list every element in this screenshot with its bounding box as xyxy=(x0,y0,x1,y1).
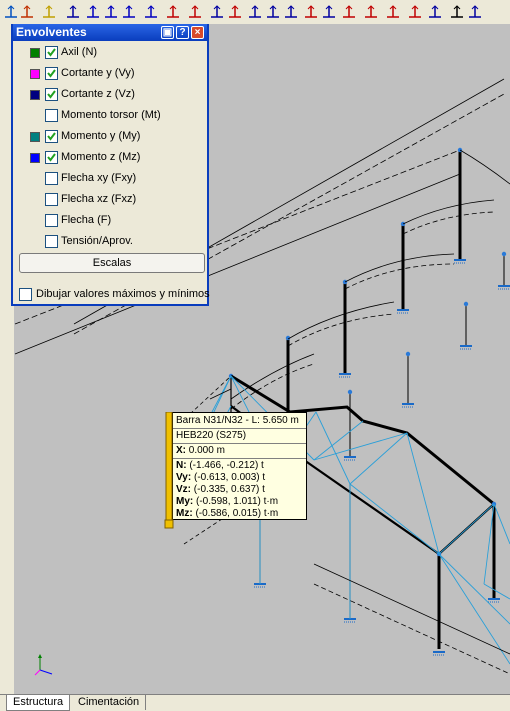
envelope-item[interactable]: Momento torsor (Mt) xyxy=(13,107,207,127)
envelope-label: Momento z (Mz) xyxy=(61,151,141,163)
select-icon[interactable] xyxy=(64,3,82,21)
envelope-checkbox[interactable] xyxy=(45,214,58,227)
color-swatch xyxy=(30,132,40,142)
envelope-item[interactable]: Cortante y (Vy) xyxy=(13,65,207,85)
support-icon[interactable] xyxy=(164,3,182,21)
color-swatch xyxy=(30,153,40,163)
envelope-item[interactable]: Axil (N) xyxy=(13,44,207,64)
envelope-checkbox[interactable] xyxy=(45,235,58,248)
envelope-label: Flecha xz (Fxz) xyxy=(61,193,137,205)
bar-info-tooltip: Barra N31/N32 - L: 5.650 m HEB220 (S275)… xyxy=(172,412,307,520)
load-arrows-icon[interactable] xyxy=(362,3,380,21)
envelope-checkbox[interactable] xyxy=(45,130,58,143)
table-icon[interactable] xyxy=(340,3,358,21)
load-icon[interactable] xyxy=(18,3,36,21)
brush-icon[interactable] xyxy=(448,3,466,21)
link-icon[interactable] xyxy=(264,3,282,21)
note-icon[interactable] xyxy=(40,3,58,21)
tooltip-value: My: (-0.598, 1.011) t·m xyxy=(176,496,279,507)
color-swatch xyxy=(30,90,40,100)
restore-icon[interactable]: ▣ xyxy=(161,26,174,39)
tooltip-pointer-marker xyxy=(164,412,174,529)
move-icon[interactable] xyxy=(142,3,160,21)
chart-icon[interactable] xyxy=(320,3,338,21)
tooltip-x: X: 0.000 m xyxy=(176,445,225,456)
envelope-label: Cortante z (Vz) xyxy=(61,88,135,100)
axis-triad-icon xyxy=(34,654,53,676)
panel-title-bar[interactable]: Envolventes ▣ ? × xyxy=(13,24,207,41)
result-icon[interactable] xyxy=(426,3,444,21)
envelope-item[interactable]: Flecha (F) xyxy=(13,212,207,232)
envelope-item[interactable]: Momento z (Mz) xyxy=(13,149,207,169)
envelope-item[interactable]: Tensión/Aprov. xyxy=(13,233,207,253)
beam-icon[interactable] xyxy=(226,3,244,21)
hinge-icon[interactable] xyxy=(186,3,204,21)
envelope-item[interactable]: Flecha xz (Fxz) xyxy=(13,191,207,211)
color-swatch xyxy=(30,69,40,79)
envelope-checkbox[interactable] xyxy=(45,88,58,101)
envelope-label: Flecha (F) xyxy=(61,214,112,226)
tooltip-value: Vz: (-0.335, 0.637) t xyxy=(176,484,265,495)
envelope-item[interactable]: Flecha xy (Fxy) xyxy=(13,170,207,190)
load-x-icon[interactable] xyxy=(406,3,424,21)
envelope-checkbox[interactable] xyxy=(45,172,58,185)
joint-icon[interactable] xyxy=(246,3,264,21)
tooltip-bar: Barra N31/N32 - L: 5.650 m xyxy=(176,415,299,426)
envelope-label: Momento torsor (Mt) xyxy=(61,109,161,121)
tab-cimentacion[interactable]: Cimentación xyxy=(72,695,147,710)
envelope-label: Momento y (My) xyxy=(61,130,141,142)
tooltip-profile: HEB220 (S275) xyxy=(176,430,247,441)
envelope-label: Axil (N) xyxy=(61,46,98,58)
envelope-checkbox[interactable] xyxy=(45,193,58,206)
envelope-label: Cortante y (Vy) xyxy=(61,67,135,79)
help-icon[interactable]: ? xyxy=(176,26,189,39)
panel-title: Envolventes xyxy=(16,25,87,39)
toolbar xyxy=(0,0,510,25)
tooltip-value: Mz: (-0.586, 0.015) t·m xyxy=(176,508,279,519)
draw-maxmin-checkbox[interactable] xyxy=(19,288,32,301)
load-distributed-icon[interactable] xyxy=(384,3,402,21)
draw-maxmin-label: Dibujar valores máximos y mínimos xyxy=(36,288,210,300)
color-swatch xyxy=(30,48,40,58)
envelope-checkbox[interactable] xyxy=(45,67,58,80)
dimension-icon[interactable] xyxy=(84,3,102,21)
grid-icon[interactable] xyxy=(102,3,120,21)
split-icon[interactable] xyxy=(282,3,300,21)
tooltip-value: Vy: (-0.613, 0.003) t xyxy=(176,472,266,483)
close-icon[interactable]: × xyxy=(191,26,204,39)
envelope-label: Tensión/Aprov. xyxy=(61,235,133,247)
node-icon[interactable] xyxy=(120,3,138,21)
envelope-checkbox[interactable] xyxy=(45,151,58,164)
status-tabs-bar: Estructura Cimentación xyxy=(0,694,510,711)
pencil-icon[interactable] xyxy=(208,3,226,21)
tooltip-value: N: (-1.466, -0.212) t xyxy=(176,460,264,471)
scales-button[interactable]: Escalas xyxy=(19,253,205,273)
envelope-label: Flecha xy (Fxy) xyxy=(61,172,137,184)
tab-estructura[interactable]: Estructura xyxy=(6,695,71,711)
envelope-checkbox[interactable] xyxy=(45,109,58,122)
envelope-item[interactable]: Momento y (My) xyxy=(13,128,207,148)
envelope-checkbox[interactable] xyxy=(45,46,58,59)
frame-icon[interactable] xyxy=(466,3,484,21)
envelopes-panel: Envolventes ▣ ? × Axil (N) Cortante y (Vy… xyxy=(11,24,210,306)
envelope-item[interactable]: Cortante z (Vz) xyxy=(13,86,207,106)
bar-icon[interactable] xyxy=(302,3,320,21)
